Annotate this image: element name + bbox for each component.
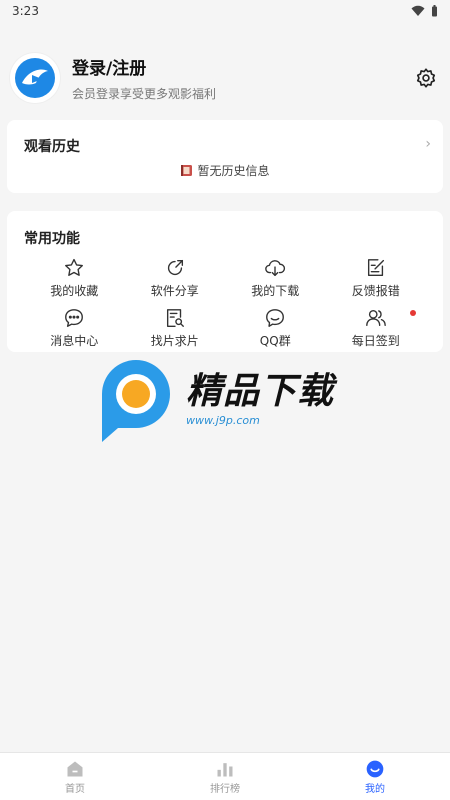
login-register-link[interactable]: 登录/注册 <box>72 54 412 79</box>
daily-checkin-label: 每日签到 <box>351 334 400 348</box>
messages-button[interactable]: 消息中心 <box>24 307 125 351</box>
wifi-icon <box>411 5 425 16</box>
status-icons <box>411 5 438 17</box>
avatar[interactable] <box>10 53 60 103</box>
chart-icon <box>217 762 233 776</box>
feedback-label: 反馈报错 <box>351 284 400 298</box>
message-icon <box>65 309 84 327</box>
functions-grid: 我的收藏 软件分享 我的下载 反馈报错 消息中心 找片求片 QQ群 每日签到 <box>24 257 426 351</box>
chevron-right-icon[interactable]: › <box>425 136 431 152</box>
profile-subtitle: 会员登录享受更多观影福利 <box>72 87 217 101</box>
history-title: 观看历史 <box>24 139 80 155</box>
qq-group-button[interactable]: QQ群 <box>225 307 326 351</box>
settings-button[interactable] <box>412 64 440 92</box>
search-list-icon <box>166 309 184 327</box>
favorites-button[interactable]: 我的收藏 <box>24 257 125 301</box>
feedback-button[interactable]: 反馈报错 <box>326 257 427 301</box>
tab-mine-label: 我的 <box>365 783 385 795</box>
status-bar: 3:23 <box>0 0 450 22</box>
home-icon <box>67 761 83 776</box>
app-logo-icon <box>15 58 55 98</box>
watermark-url: www.j9p.com <box>186 413 260 427</box>
watermark-title: 精品下载 <box>186 370 335 412</box>
downloads-button[interactable]: 我的下载 <box>225 257 326 301</box>
tab-ranking-label: 排行榜 <box>210 783 240 795</box>
tab-home-label: 首页 <box>65 783 85 795</box>
request-video-button[interactable]: 找片求片 <box>125 307 226 351</box>
share-app-label: 软件分享 <box>150 284 199 298</box>
star-icon <box>65 258 84 276</box>
status-time: 3:23 <box>12 4 39 18</box>
feedback-icon <box>367 259 384 277</box>
share-app-button[interactable]: 软件分享 <box>125 257 226 301</box>
notification-dot <box>410 310 416 316</box>
tab-mine[interactable]: 我的 <box>300 753 450 800</box>
cloud-download-icon <box>265 260 286 277</box>
common-functions-card: 常用功能 我的收藏 软件分享 我的下载 反馈报错 消息中心 找片求片 QQ群 每… <box>7 211 443 352</box>
bottom-tab-bar: 首页 排行榜 我的 <box>0 752 450 800</box>
downloads-label: 我的下载 <box>251 284 300 298</box>
chat-group-icon <box>266 309 285 327</box>
qq-group-label: QQ群 <box>259 334 291 348</box>
watch-history-card[interactable]: 观看历史 › 暂无历史信息 <box>7 120 443 193</box>
functions-title: 常用功能 <box>24 231 80 247</box>
share-icon <box>167 259 183 276</box>
gear-icon <box>416 68 436 88</box>
book-icon <box>181 165 193 176</box>
watermark: 精品下载 www.j9p.com <box>98 356 358 444</box>
request-video-label: 找片求片 <box>150 334 199 348</box>
tab-home[interactable]: 首页 <box>0 753 150 800</box>
favorites-label: 我的收藏 <box>50 284 99 298</box>
profile-header[interactable]: 登录/注册 会员登录享受更多观影福利 <box>10 52 440 104</box>
profile-icon <box>366 760 384 777</box>
users-icon <box>365 309 386 327</box>
tab-ranking[interactable]: 排行榜 <box>150 753 300 800</box>
battery-icon <box>432 5 437 17</box>
daily-checkin-button[interactable]: 每日签到 <box>326 307 427 351</box>
messages-label: 消息中心 <box>50 334 99 348</box>
watermark-logo <box>102 360 170 442</box>
history-empty-text: 暂无历史信息 <box>197 164 270 178</box>
history-empty-state: 暂无历史信息 <box>7 162 443 179</box>
